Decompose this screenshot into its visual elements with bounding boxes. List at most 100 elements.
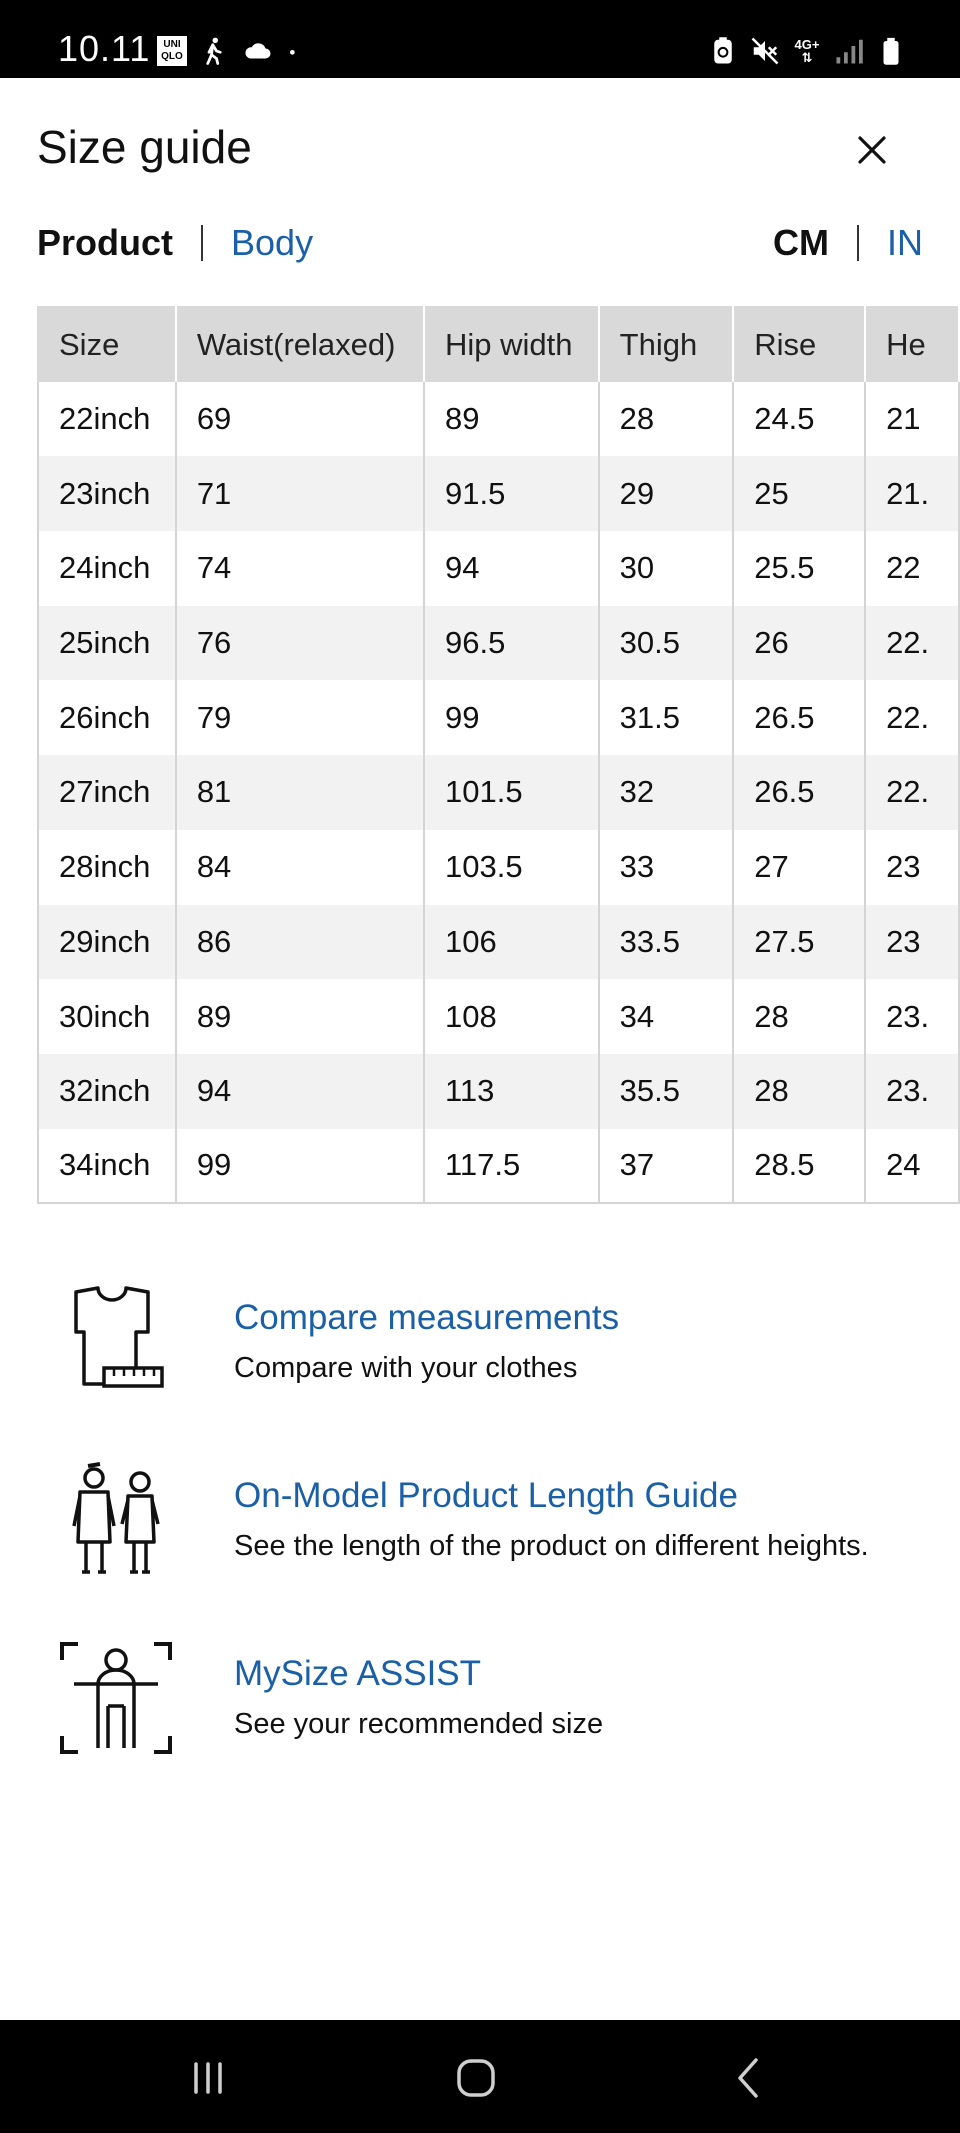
tshirt-ruler-icon bbox=[74, 1286, 164, 1388]
measurement-cell: 34 bbox=[597, 979, 735, 1054]
column-header: Rise bbox=[732, 306, 867, 382]
measurement-cell: 26.5 bbox=[732, 680, 867, 756]
measurement-cell: 84 bbox=[174, 829, 425, 905]
toggle-divider bbox=[857, 225, 859, 261]
size-cell: 24inch bbox=[37, 531, 177, 606]
size-cell: 34inch bbox=[37, 1128, 177, 1205]
measurement-cell: 106 bbox=[422, 904, 600, 980]
table-row: 32inch 94 113 35.5 28 23. bbox=[37, 1053, 960, 1129]
system-nav-bar bbox=[0, 2020, 960, 2133]
measurement-cell: 22. bbox=[864, 605, 960, 681]
back-icon[interactable] bbox=[718, 2048, 778, 2108]
table-header-row: Size Waist(relaxed) Hip width Thigh Rise… bbox=[37, 306, 960, 382]
status-left-icons: UNI QLO bbox=[157, 36, 303, 66]
size-table-scroll[interactable]: Size Waist(relaxed) Hip width Thigh Rise… bbox=[37, 306, 960, 1205]
measurement-cell: 29 bbox=[597, 456, 735, 532]
tab-product[interactable]: Product bbox=[37, 222, 173, 264]
close-icon[interactable] bbox=[846, 124, 898, 176]
measurement-cell: 94 bbox=[422, 531, 600, 606]
table-row: 27inch 81 101.5 32 26.5 22. bbox=[37, 755, 960, 830]
measurement-cell: 26 bbox=[732, 605, 867, 681]
unit-cm[interactable]: CM bbox=[773, 222, 829, 264]
column-header: He bbox=[864, 306, 960, 382]
home-icon[interactable] bbox=[446, 2048, 506, 2108]
body-scan-icon bbox=[60, 1642, 172, 1754]
size-table: Size Waist(relaxed) Hip width Thigh Rise… bbox=[37, 306, 960, 1205]
measurement-cell: 71 bbox=[174, 456, 425, 532]
feature-description: See the length of the product on differe… bbox=[234, 1530, 869, 1562]
measurement-cell: 24.5 bbox=[732, 381, 867, 457]
table-row: 25inch 76 96.5 30.5 26 22. bbox=[37, 605, 960, 681]
measurement-cell: 89 bbox=[174, 979, 425, 1054]
table-row: 22inch 69 89 28 24.5 21 bbox=[37, 381, 960, 457]
unit-toggle: CM IN bbox=[773, 222, 923, 264]
measurement-cell: 35.5 bbox=[597, 1053, 735, 1129]
measurement-cell: 24 bbox=[864, 1128, 960, 1205]
measurement-cell: 101.5 bbox=[422, 755, 600, 830]
models-icon bbox=[72, 1462, 160, 1574]
measurement-cell: 37 bbox=[597, 1128, 735, 1205]
status-time: 10.11 bbox=[58, 28, 151, 69]
on-model-length-guide-link[interactable]: On-Model Product Length Guide See the le… bbox=[56, 1460, 936, 1580]
dot-icon bbox=[290, 50, 295, 55]
measurement-cell: 86 bbox=[174, 904, 425, 980]
measurement-cell: 28.5 bbox=[732, 1128, 867, 1205]
table-row: 34inch 99 117.5 37 28.5 24 bbox=[37, 1128, 960, 1205]
unit-in[interactable]: IN bbox=[887, 222, 923, 264]
mysize-assist-link[interactable]: MySize ASSIST See your recommended size bbox=[56, 1638, 936, 1758]
compare-measurements-link[interactable]: Compare measurements Compare with your c… bbox=[56, 1282, 936, 1402]
column-header: Hip width bbox=[422, 306, 600, 382]
measurement-cell: 30.5 bbox=[597, 605, 735, 681]
table-row: 28inch 84 103.5 33 27 23 bbox=[37, 829, 960, 905]
recents-icon[interactable] bbox=[178, 2048, 238, 2108]
battery-saver-icon bbox=[714, 37, 732, 64]
size-cell: 29inch bbox=[37, 904, 177, 980]
measurement-cell: 33.5 bbox=[597, 904, 735, 980]
measurement-cell: 25 bbox=[732, 456, 867, 532]
page-title: Size guide bbox=[37, 121, 252, 173]
measurement-cell: 22. bbox=[864, 755, 960, 830]
status-right-icons: 4G+ ⇅ bbox=[708, 36, 906, 66]
measurement-cell: 99 bbox=[422, 680, 600, 756]
column-header: Waist(relaxed) bbox=[174, 306, 425, 382]
measurement-cell: 76 bbox=[174, 605, 425, 681]
tab-body[interactable]: Body bbox=[231, 222, 313, 264]
table-row: 23inch 71 91.5 29 25 21. bbox=[37, 456, 960, 532]
measurement-cell: 26.5 bbox=[732, 755, 867, 830]
table-row: 24inch 74 94 30 25.5 22 bbox=[37, 531, 960, 606]
size-cell: 28inch bbox=[37, 829, 177, 905]
measurement-cell: 33 bbox=[597, 829, 735, 905]
walking-icon bbox=[206, 37, 222, 65]
feature-description: See your recommended size bbox=[234, 1708, 604, 1740]
measurement-cell: 89 bbox=[422, 381, 600, 457]
size-cell: 26inch bbox=[37, 680, 177, 756]
measurement-toggles: Product Body CM IN bbox=[37, 222, 923, 266]
measurement-cell: 117.5 bbox=[422, 1128, 600, 1205]
toggle-divider bbox=[201, 225, 204, 261]
measurement-cell: 28 bbox=[597, 381, 735, 457]
size-cell: 30inch bbox=[37, 979, 177, 1054]
measurement-cell: 69 bbox=[174, 381, 425, 457]
measurement-cell: 22 bbox=[864, 531, 960, 606]
size-cell: 23inch bbox=[37, 456, 177, 532]
measurement-cell: 103.5 bbox=[422, 829, 600, 905]
measurement-cell: 91.5 bbox=[422, 456, 600, 532]
measurement-cell: 21 bbox=[864, 381, 960, 457]
measurement-cell: 79 bbox=[174, 680, 425, 756]
measurement-cell: 108 bbox=[422, 979, 600, 1054]
measurement-cell: 27.5 bbox=[732, 904, 867, 980]
mute-icon bbox=[751, 37, 779, 65]
measurement-cell: 99 bbox=[174, 1128, 425, 1205]
measurement-cell: 74 bbox=[174, 531, 425, 606]
network-4g-icon: 4G+ ⇅ bbox=[794, 37, 820, 65]
size-cell: 32inch bbox=[37, 1053, 177, 1129]
measurement-cell: 21. bbox=[864, 456, 960, 532]
uniqlo-icon: UNI QLO bbox=[157, 36, 187, 66]
column-header: Size bbox=[37, 306, 177, 382]
column-header: Thigh bbox=[597, 306, 735, 382]
measurement-cell: 94 bbox=[174, 1053, 425, 1129]
feature-description: Compare with your clothes bbox=[234, 1352, 578, 1384]
measurement-cell: 25.5 bbox=[732, 531, 867, 606]
cloud-icon bbox=[245, 43, 271, 59]
table-row: 26inch 79 99 31.5 26.5 22. bbox=[37, 680, 960, 756]
